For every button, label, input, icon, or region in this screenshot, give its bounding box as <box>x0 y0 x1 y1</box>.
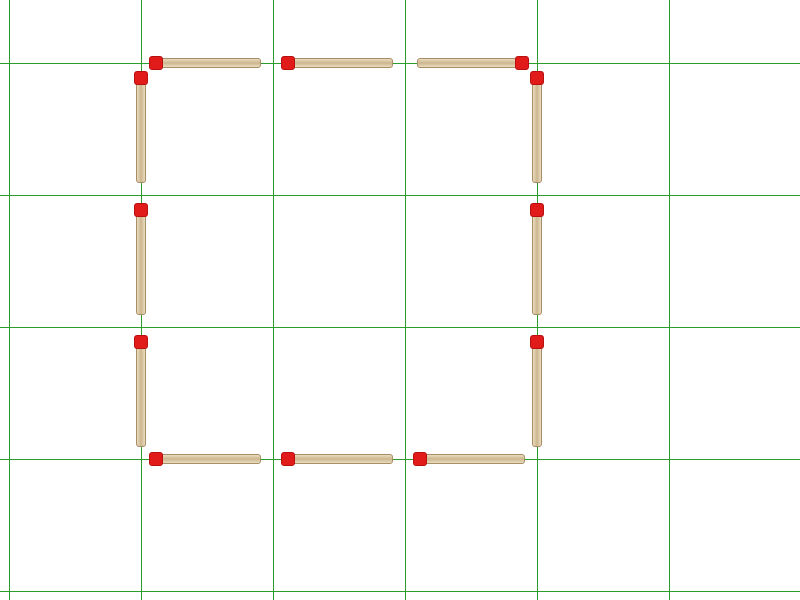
grid-line <box>0 63 800 64</box>
grid-line <box>0 327 800 328</box>
grid-line <box>669 0 670 600</box>
grid-line <box>537 0 538 600</box>
grid-line <box>0 459 800 460</box>
grid-line <box>0 591 800 592</box>
grid-line <box>273 0 274 600</box>
diagram-canvas <box>0 0 800 600</box>
grid-line <box>141 0 142 600</box>
grid-line <box>9 0 10 600</box>
grid-line <box>0 195 800 196</box>
grid-line <box>405 0 406 600</box>
